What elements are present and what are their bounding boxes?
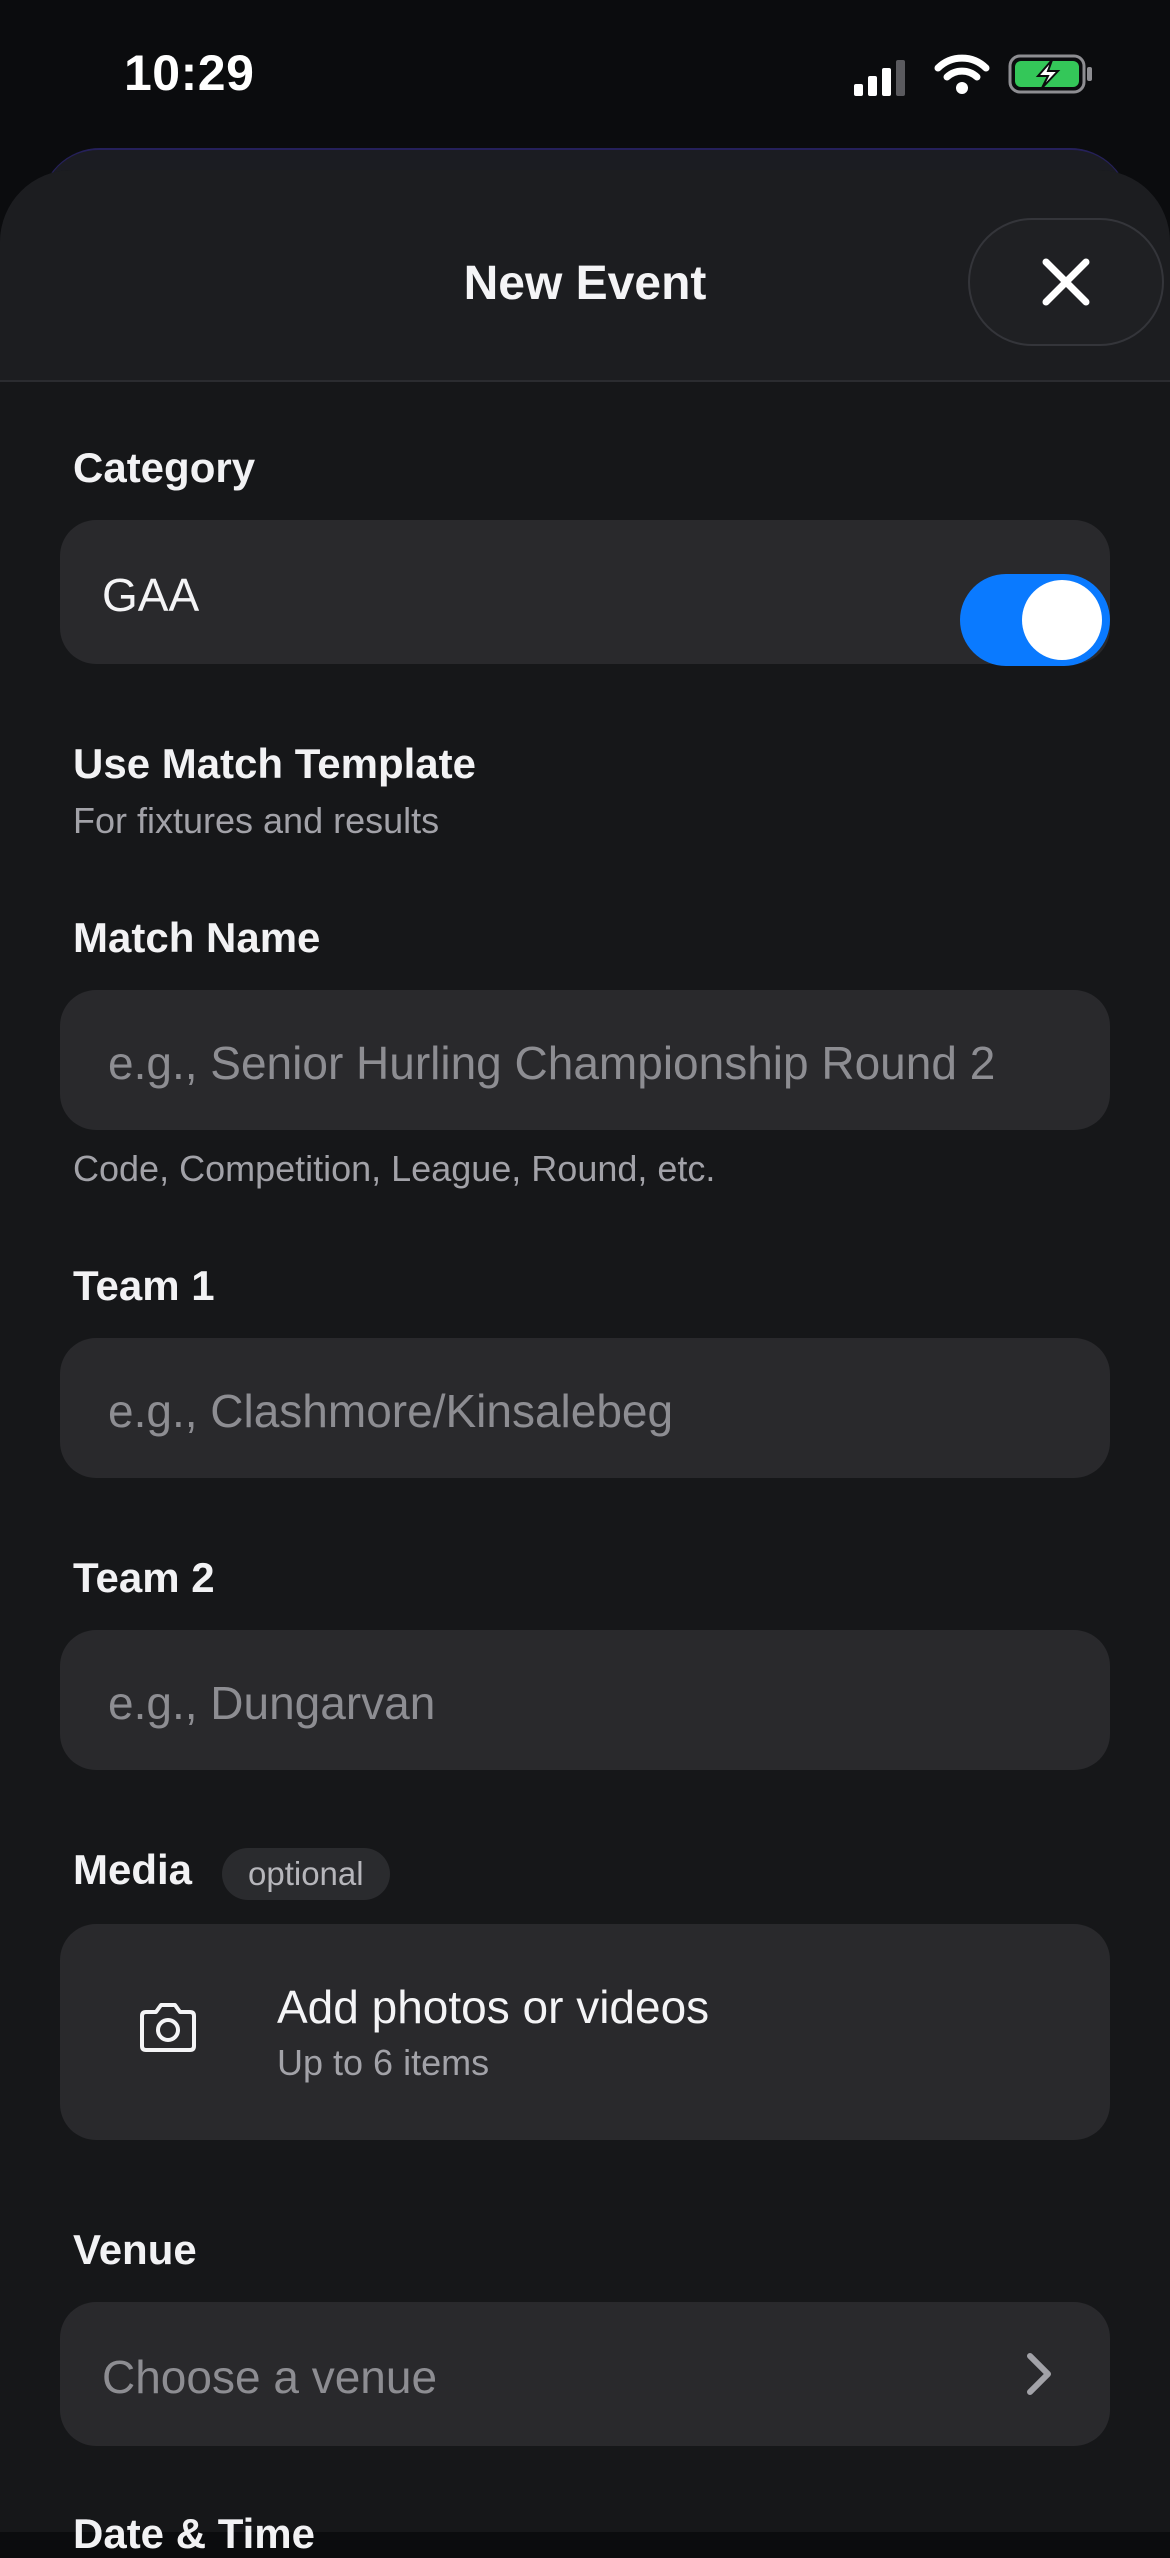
cellular-signal-icon — [854, 60, 905, 96]
status-time: 10:29 — [124, 45, 255, 101]
close-button[interactable] — [968, 218, 1164, 346]
match-name-hint: Code, Competition, League, Round, etc. — [73, 1148, 716, 1189]
battery-charging-icon — [1008, 54, 1092, 94]
team2-placeholder: e.g., Dungarvan — [108, 1677, 436, 1729]
category-value: GAA — [102, 569, 200, 621]
media-subtitle: Up to 6 items — [277, 2042, 490, 2083]
chevron-right-icon — [1027, 2353, 1051, 2395]
venue-placeholder: Choose a venue — [102, 2351, 438, 2403]
camera-icon — [140, 2003, 196, 2052]
match-name-label: Match Name — [73, 914, 321, 961]
match-template-toggle[interactable] — [960, 574, 1110, 666]
category-select[interactable]: GAA — [60, 520, 1110, 664]
sheet-header: New Event — [0, 170, 1170, 382]
status-bar: 10:29 — [0, 0, 1170, 150]
media-title: Add photos or videos — [277, 1981, 710, 2033]
match-name-input[interactable]: e.g., Senior Hurling Championship Round … — [60, 990, 1110, 1130]
venue-label: Venue — [73, 2226, 197, 2273]
optional-badge: optional — [222, 1848, 390, 1900]
template-subtitle: For fixtures and results — [73, 800, 440, 841]
team1-input[interactable]: e.g., Clashmore/Kinsalebeg — [60, 1338, 1110, 1478]
team2-label: Team 2 — [73, 1554, 215, 1601]
template-label: Use Match Template — [73, 740, 476, 787]
add-media-button[interactable]: Add photos or videos Up to 6 items — [60, 1924, 1110, 2140]
venue-selector[interactable]: Choose a venue — [60, 2302, 1110, 2446]
date-time-label: Date & Time — [73, 2510, 315, 2557]
toggle-knob — [1022, 580, 1102, 660]
team2-input[interactable]: e.g., Dungarvan — [60, 1630, 1110, 1770]
close-icon — [1042, 258, 1090, 306]
team1-label: Team 1 — [73, 1262, 215, 1309]
wifi-icon — [934, 54, 990, 94]
match-name-placeholder: e.g., Senior Hurling Championship Round … — [108, 1037, 996, 1089]
media-label: Media — [73, 1846, 193, 1893]
category-label: Category — [73, 444, 256, 491]
team1-placeholder: e.g., Clashmore/Kinsalebeg — [108, 1385, 674, 1437]
